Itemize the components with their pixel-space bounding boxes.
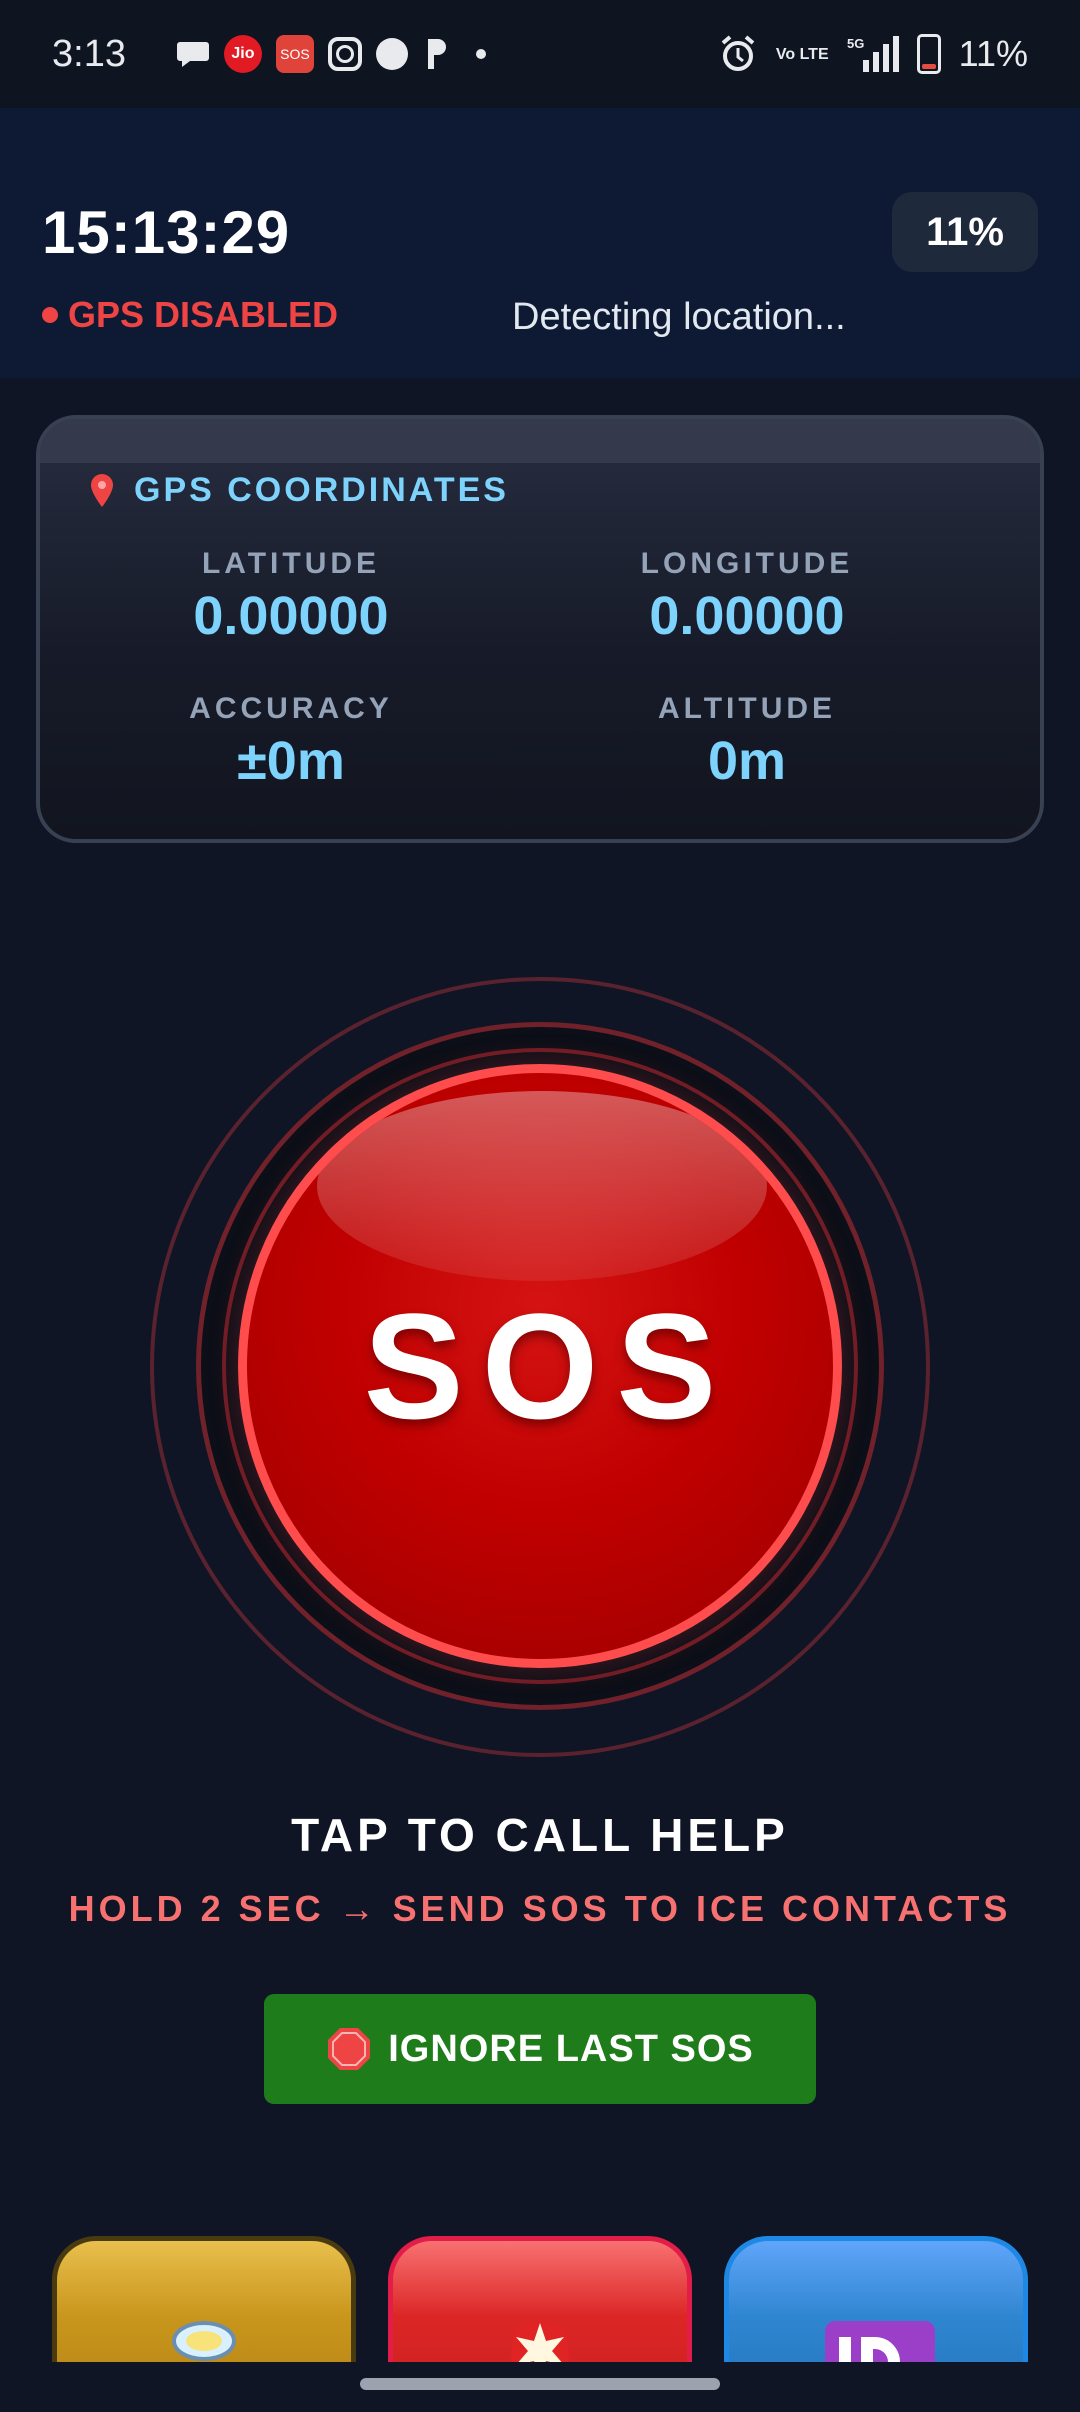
gps-coordinates-card: GPS COORDINATES LATITUDE 0.00000 LONGITU… [36,415,1044,843]
alarm-clock-icon [718,34,758,74]
longitude-value: 0.00000 [649,586,845,646]
latitude-cell: LATITUDE 0.00000 [61,547,521,647]
altitude-value: 0m [707,731,787,791]
tap-to-call-text: TAP TO CALL HELP [291,1809,789,1861]
gps-status-text: GPS DISABLED [68,294,339,335]
gps-status: GPS DISABLED [42,294,338,336]
screen: 3:13 Jio SOS Vo LTE 5G 11% 15:13:29 11% … [0,0,1080,2412]
status-battery-percent: 11% [958,33,1028,74]
gps-status-dot-icon [42,307,58,323]
location-status: Detecting location... [512,296,846,338]
jio-notification-icon: Jio [223,35,262,73]
longitude-cell: LONGITUDE 0.00000 [517,547,977,647]
status-bar: 3:13 Jio SOS Vo LTE 5G 11% [0,0,1080,108]
latitude-label: LATITUDE [201,547,381,580]
latitude-value: 0.00000 [193,586,389,646]
hold-to-send-text: HOLD 2 SEC → SEND SOS TO ICE CONTACTS [68,1888,1012,1929]
sos-button[interactable]: SOS [238,1064,842,1668]
longitude-label: LONGITUDE [640,547,854,580]
stop-sign-icon [326,2026,372,2072]
gps-card-title: GPS COORDINATES [88,471,509,510]
accuracy-label: ACCURACY [189,692,393,725]
cellular-signal-icon: 5G [847,34,899,74]
gps-card-top-band [40,419,1040,463]
volte-icon: Vo LTE [775,45,829,63]
network-type-label: 5G [847,36,864,51]
location-pin-icon [88,473,116,509]
accuracy-value: ±0m [237,731,345,791]
p-app-notification-icon [422,37,452,71]
gps-card-title-text: GPS COORDINATES [134,471,509,509]
ignore-last-sos-label: IGNORE LAST SOS [388,2027,754,2070]
battery-pill: 11% [892,192,1038,272]
status-bar-right: Vo LTE 5G 11% [718,33,1028,75]
sos-button-label: SOS [363,1281,735,1450]
battery-icon [916,34,941,74]
sos-notification-icon: SOS [275,35,314,73]
home-indicator[interactable] [360,2378,720,2390]
ignore-last-sos-button[interactable]: IGNORE LAST SOS [264,1994,816,2104]
message-notification-icon [176,39,210,69]
header-clock: 15:13:29 [42,199,291,266]
sos-button-gloss [317,1091,767,1281]
more-notifications-dot-icon [475,49,486,59]
altitude-cell: ALTITUDE 0m [517,692,977,792]
status-bar-left: 3:13 Jio SOS [52,33,486,76]
header: 15:13:29 11% GPS DISABLED Detecting loca… [0,108,1080,378]
circle-notification-icon [375,38,408,70]
instagram-notification-icon [327,37,362,71]
altitude-label: ALTITUDE [657,692,837,725]
accuracy-cell: ACCURACY ±0m [61,692,521,792]
status-time: 3:13 [52,32,126,75]
